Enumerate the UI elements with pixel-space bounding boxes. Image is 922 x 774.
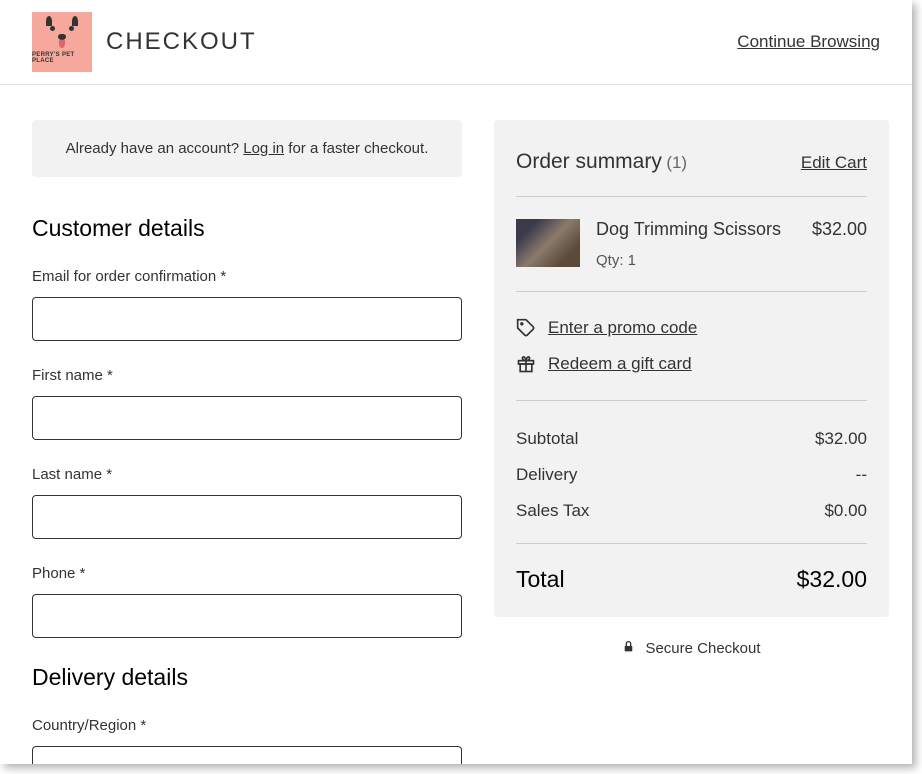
gift-card-link[interactable]: Redeem a gift card — [548, 354, 692, 374]
product-name: Dog Trimming Scissors — [596, 219, 796, 240]
last-name-label: Last name * — [32, 466, 462, 483]
product-image — [516, 219, 580, 267]
gift-icon — [516, 354, 536, 374]
tag-icon — [516, 318, 536, 338]
tax-value: $0.00 — [824, 501, 867, 521]
edit-cart-link[interactable]: Edit Cart — [801, 153, 867, 173]
promo-code-link[interactable]: Enter a promo code — [548, 318, 697, 338]
order-summary-count: (1) — [666, 153, 687, 172]
customer-details-title: Customer details — [32, 215, 462, 242]
delivery-value: -- — [856, 465, 867, 485]
product-qty: Qty: 1 — [596, 252, 796, 269]
continue-browsing-link[interactable]: Continue Browsing — [737, 32, 880, 52]
total-label: Total — [516, 566, 565, 593]
delivery-details-title: Delivery details — [32, 664, 462, 691]
email-field[interactable] — [32, 297, 462, 341]
subtotal-value: $32.00 — [815, 429, 867, 449]
phone-field[interactable] — [32, 594, 462, 638]
cart-item: Dog Trimming Scissors Qty: 1 $32.00 — [516, 197, 867, 292]
order-summary-panel: Order summary (1) Edit Cart Dog Trimming… — [494, 120, 889, 617]
logo-text: PERRY'S PET PLACE — [32, 52, 92, 64]
tax-label: Sales Tax — [516, 501, 589, 521]
login-suffix: for a faster checkout. — [284, 140, 428, 157]
brand-logo[interactable]: PERRY'S PET PLACE — [32, 12, 92, 72]
first-name-field[interactable] — [32, 396, 462, 440]
header-left: PERRY'S PET PLACE CHECKOUT — [32, 12, 257, 72]
login-link[interactable]: Log in — [243, 140, 284, 157]
product-price: $32.00 — [812, 219, 867, 269]
country-field[interactable] — [32, 746, 462, 764]
login-prefix: Already have an account? — [66, 140, 244, 157]
phone-label: Phone * — [32, 565, 462, 582]
last-name-field[interactable] — [32, 495, 462, 539]
lock-icon — [622, 639, 635, 658]
order-summary-title: Order summary — [516, 150, 662, 173]
first-name-label: First name * — [32, 367, 462, 384]
secure-checkout-badge: Secure Checkout — [494, 617, 889, 680]
login-banner: Already have an account? Log in for a fa… — [32, 120, 462, 177]
total-value: $32.00 — [797, 566, 867, 593]
email-label: Email for order confirmation * — [32, 268, 462, 285]
country-label: Country/Region * — [32, 717, 462, 734]
page-title: CHECKOUT — [106, 28, 257, 56]
checkout-header: PERRY'S PET PLACE CHECKOUT Continue Brow… — [0, 0, 912, 85]
delivery-label: Delivery — [516, 465, 577, 485]
secure-checkout-text: Secure Checkout — [645, 640, 760, 657]
subtotal-label: Subtotal — [516, 429, 578, 449]
